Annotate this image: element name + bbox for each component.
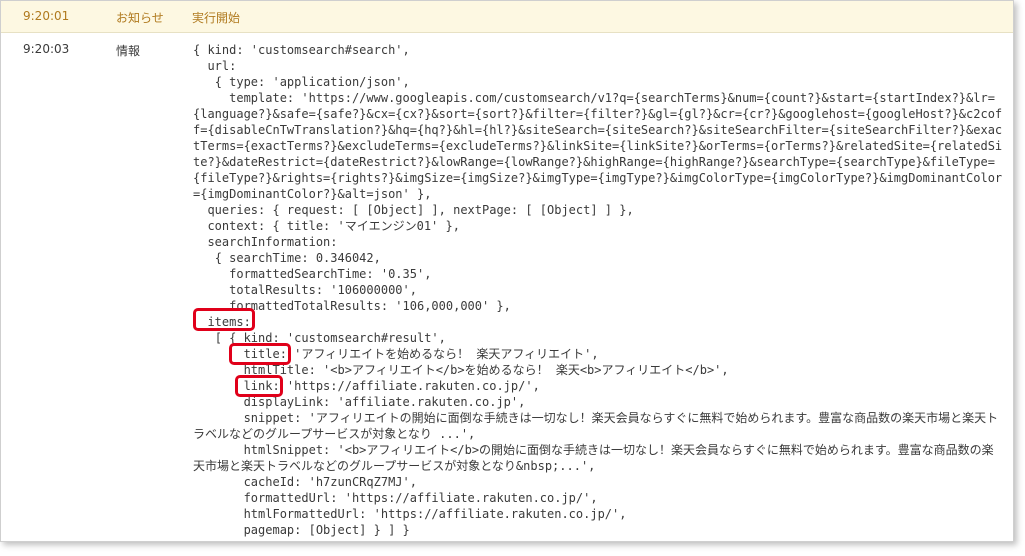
log-message-body: { kind: 'customsearch#search', url: { ty…	[193, 43, 1003, 537]
log-time: 9:20:03	[23, 42, 70, 56]
highlight-box-items	[193, 308, 255, 331]
log-level: 情報	[116, 44, 141, 58]
log-row-start: 9:20:01 お知らせ 実行開始	[1, 1, 1013, 33]
highlight-box-link	[235, 375, 283, 397]
highlight-box-title	[229, 343, 291, 365]
log-level: お知らせ	[116, 11, 164, 25]
log-message: 実行開始	[192, 11, 241, 25]
log-panel: 9:20:01 お知らせ 実行開始 9:20:03 情報 { kind: 'cu…	[0, 0, 1014, 542]
log-time: 9:20:01	[23, 9, 70, 23]
